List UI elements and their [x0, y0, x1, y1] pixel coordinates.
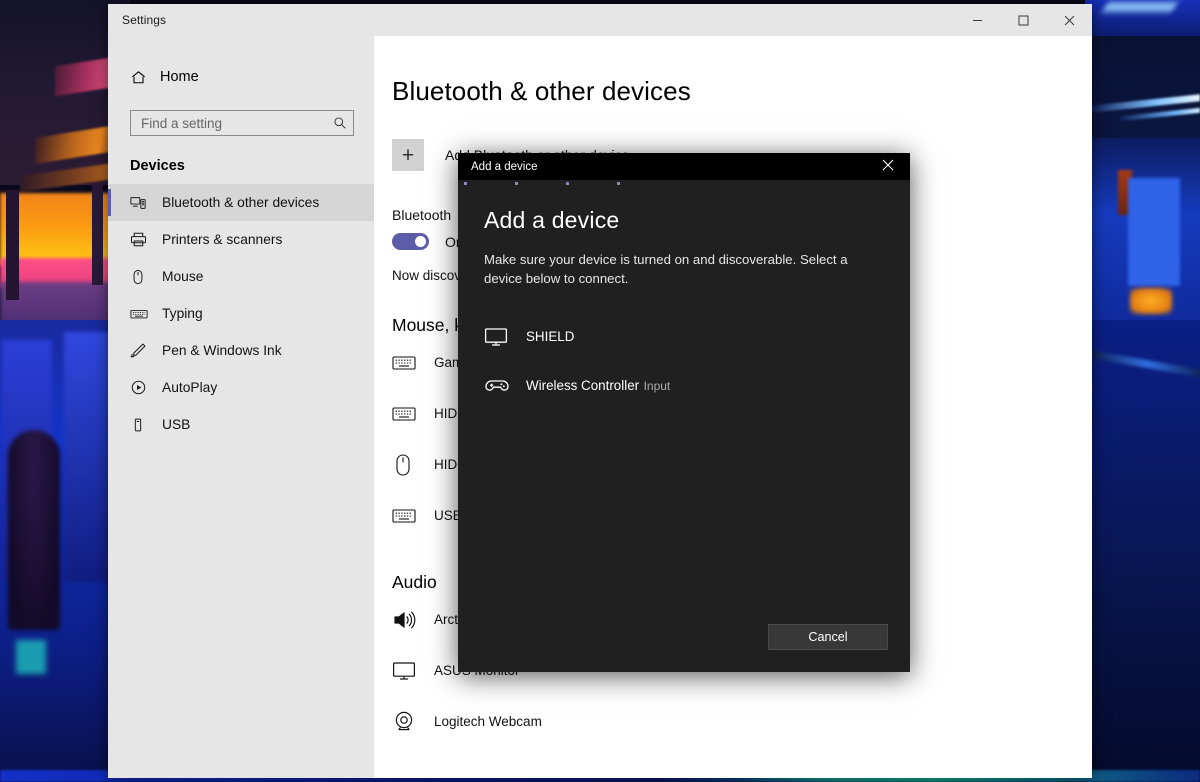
device-text: Wireless Controller Input: [526, 377, 670, 395]
pen-icon: [130, 342, 162, 359]
sidebar-item-usb[interactable]: USB: [108, 406, 374, 443]
close-button[interactable]: [1046, 4, 1092, 36]
bluetooth-toggle[interactable]: [392, 233, 429, 250]
webcam-icon: [392, 710, 434, 734]
monitor-icon: [392, 659, 434, 683]
discovered-device-shield[interactable]: SHIELD: [484, 312, 884, 361]
search-box[interactable]: [130, 110, 354, 136]
sidebar-item-label: Mouse: [162, 269, 203, 284]
progress-dot: [566, 182, 569, 185]
sidebar-item-printers-and-scanners[interactable]: Printers & scanners: [108, 221, 374, 258]
gamepad-icon: [484, 376, 526, 396]
wallpaper-teal-glow: [16, 640, 46, 674]
keyboard-icon: [392, 351, 434, 375]
mouse-icon: [392, 453, 434, 477]
usb-icon: [130, 417, 162, 433]
sidebar-item-bluetooth-and-other-devices[interactable]: Bluetooth & other devices: [108, 184, 374, 221]
home-icon: [130, 69, 160, 86]
device-list-item[interactable]: Logitech Webcam: [392, 697, 1092, 746]
sidebar-item-label: Pen & Windows Ink: [162, 343, 282, 358]
maximize-button[interactable]: [1000, 4, 1046, 36]
dialog-titlebar[interactable]: Add a device: [458, 153, 910, 180]
window-titlebar[interactable]: Settings: [108, 4, 1092, 36]
dialog-body: Add a device Make sure your device is tu…: [458, 187, 910, 624]
plus-icon: +: [392, 139, 424, 171]
sidebar: Home Devices: [108, 36, 374, 778]
sidebar-item-pen-and-windows-ink[interactable]: Pen & Windows Ink: [108, 332, 374, 369]
wallpaper-right-panel: [1128, 178, 1180, 286]
sidebar-item-label: Bluetooth & other devices: [162, 195, 319, 210]
progress-dot: [464, 182, 467, 185]
sidebar-item-label: Typing: [162, 306, 203, 321]
cancel-button[interactable]: Cancel: [768, 624, 888, 650]
sidebar-item-autoplay[interactable]: AutoPlay: [108, 369, 374, 406]
toggle-knob: [415, 236, 426, 247]
wallpaper-post-left: [6, 190, 19, 300]
window-controls: [954, 4, 1092, 36]
wallpaper-right-highlight: [1102, 2, 1177, 12]
search-icon: [333, 116, 347, 130]
progress-dot: [515, 182, 518, 185]
progress-dot: [617, 182, 620, 185]
minimize-button[interactable]: [954, 4, 1000, 36]
add-a-device-dialog: Add a device Add a device Make sure your…: [458, 153, 910, 672]
mouse-icon: [130, 269, 162, 285]
keyboard-icon: [130, 305, 162, 323]
close-icon: [882, 158, 894, 176]
dialog-progress-indicator: [458, 180, 910, 187]
dialog-footer: Cancel: [458, 624, 910, 672]
search-input[interactable]: [141, 116, 333, 131]
discovered-device-list: SHIELD Wireless Controll: [484, 312, 884, 410]
autoplay-icon: [130, 379, 162, 396]
sidebar-item-label: AutoPlay: [162, 380, 217, 395]
wallpaper-person-silhouette: [8, 430, 60, 630]
dialog-close-button[interactable]: [866, 153, 910, 180]
sidebar-item-typing[interactable]: Typing: [108, 295, 374, 332]
wallpaper-post-right: [92, 185, 103, 285]
page-title: Bluetooth & other devices: [392, 76, 1092, 107]
sidebar-section-title: Devices: [108, 136, 374, 184]
keyboard-icon: [392, 504, 434, 528]
device-text: SHIELD: [526, 328, 574, 346]
printer-icon: [130, 231, 162, 248]
sidebar-item-label: Printers & scanners: [162, 232, 282, 247]
device-name: SHIELD: [526, 329, 574, 344]
sidebar-item-home[interactable]: Home: [108, 58, 374, 96]
sidebar-item-label: USB: [162, 417, 190, 432]
monitor-icon: [484, 325, 526, 349]
desktop-background: Settings: [0, 0, 1200, 782]
device-name: Wireless Controller: [526, 378, 639, 393]
device-name: Logitech Webcam: [434, 714, 542, 729]
speaker-icon: [392, 608, 434, 632]
dialog-description: Make sure your device is turned on and d…: [484, 250, 882, 288]
dialog-heading: Add a device: [484, 207, 884, 234]
keyboard-icon: [392, 402, 434, 426]
discovered-device-wireless-controller[interactable]: Wireless Controller Input: [484, 361, 884, 410]
app-title: Settings: [108, 13, 166, 27]
device-category: Input: [644, 379, 671, 393]
wallpaper-right-orange-glow: [1130, 288, 1172, 314]
device-text: Logitech Webcam: [434, 714, 542, 729]
bluetooth-devices-icon: [130, 195, 162, 211]
wallpaper-right-lower: [1085, 320, 1200, 782]
sidebar-home-label: Home: [160, 69, 199, 85]
dialog-titlebar-text: Add a device: [458, 161, 538, 173]
sidebar-item-mouse[interactable]: Mouse: [108, 258, 374, 295]
wallpaper-right-dark: [1085, 36, 1200, 141]
